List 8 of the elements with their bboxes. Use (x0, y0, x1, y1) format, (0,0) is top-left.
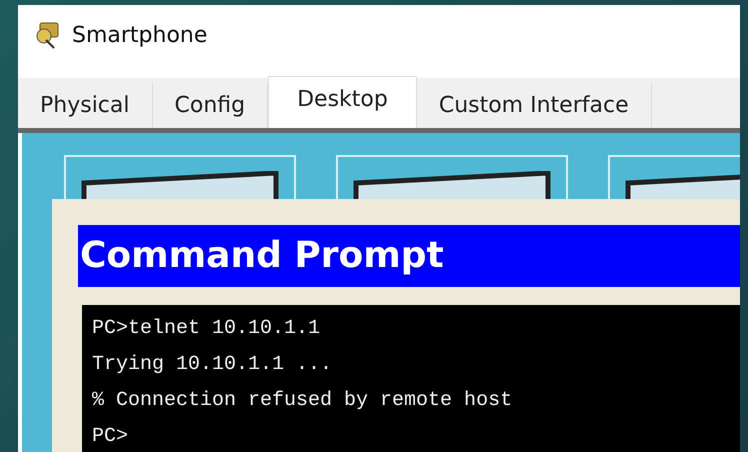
terminal[interactable]: PC>telnet 10.10.1.1 Trying 10.10.1.1 ... % Connection refused by remote host PC> (82, 305, 740, 452)
terminal-line: % Connection refused by remote host (92, 388, 514, 414)
terminal-line: Trying 10.10.1.1 ... (92, 352, 334, 378)
window-title: Smartphone (72, 22, 208, 48)
terminal-line: PC> (92, 424, 130, 450)
tab[interactable]: Desktop (268, 76, 417, 128)
command-prompt-title: Command Prompt (78, 225, 740, 287)
terminal-line: PC>telnet 10.10.1.1 (92, 316, 322, 342)
